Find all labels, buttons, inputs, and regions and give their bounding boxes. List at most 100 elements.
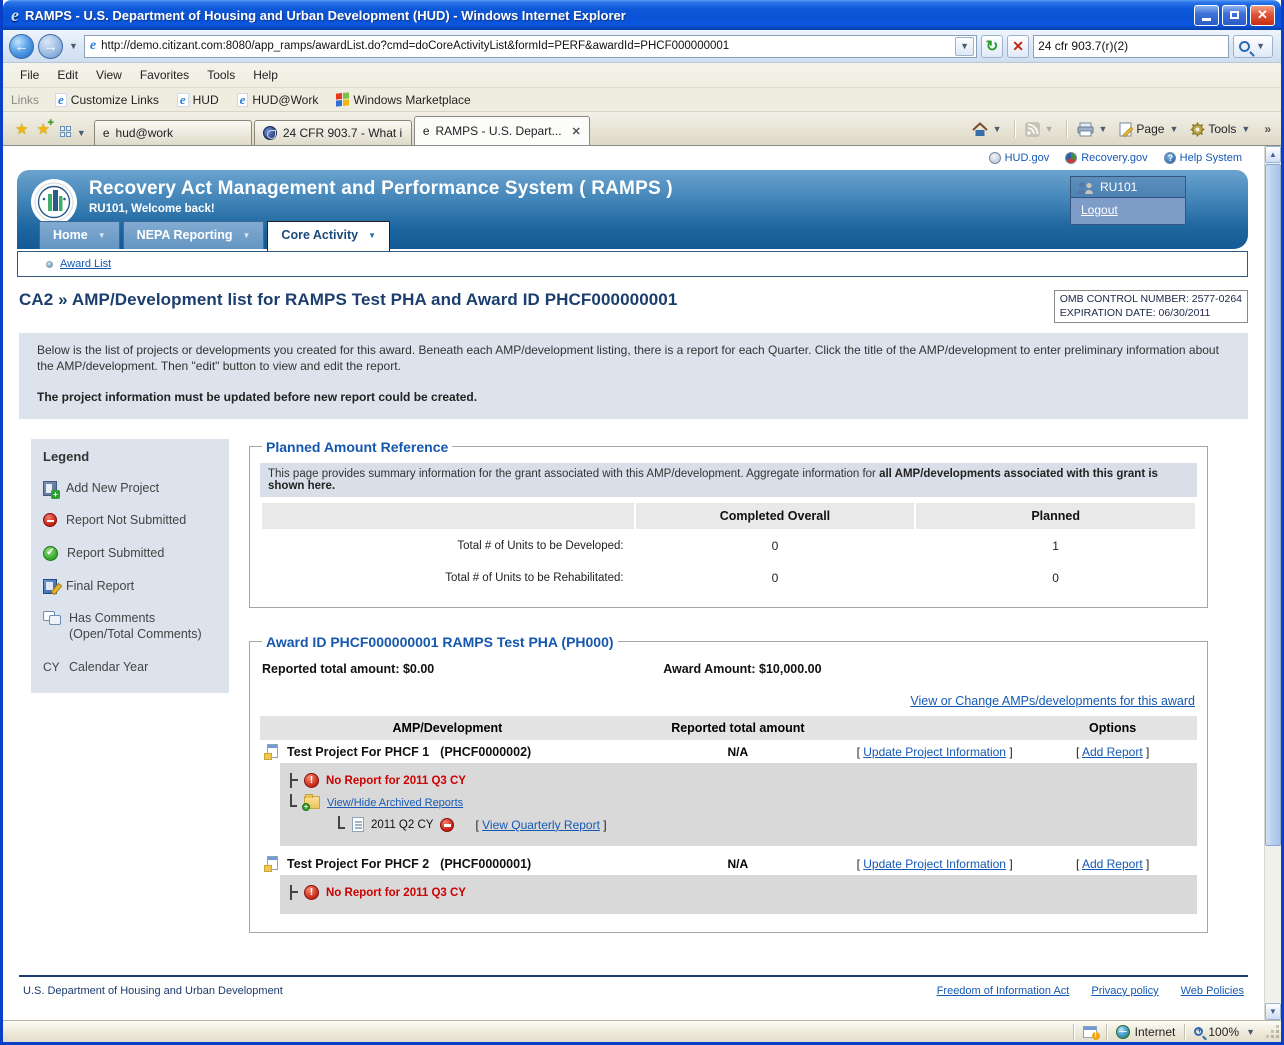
project-row: Test Project For PHCF 1 (PHCF0000002) N/… xyxy=(260,740,1197,763)
view-quarterly-report-link[interactable]: View Quarterly Report xyxy=(482,818,600,832)
tab-close-icon[interactable]: ✕ xyxy=(572,125,581,138)
home-button[interactable]: ▼ xyxy=(972,122,1004,137)
project-title-link[interactable]: Test Project For PHCF 2 xyxy=(287,857,429,871)
menu-edit[interactable]: Edit xyxy=(48,68,87,82)
legend-item-report-submitted: ✓ Report Submitted xyxy=(43,546,219,562)
report-quarter-label: 2011 Q2 CY xyxy=(371,819,433,831)
print-button[interactable]: ▼ xyxy=(1077,122,1110,137)
vertical-scrollbar[interactable]: ▲ ▼ xyxy=(1264,146,1281,1020)
link-customize-links[interactable]: e Customize Links xyxy=(49,93,165,107)
hud-seal-logo xyxy=(31,179,77,225)
project-title-link[interactable]: Test Project For PHCF 1 xyxy=(287,745,429,759)
address-input[interactable]: e http://demo.citizant.com:8080/app_ramp… xyxy=(84,35,977,58)
back-button[interactable]: ← xyxy=(9,34,34,59)
tree-corner-icon xyxy=(290,794,297,807)
view-hide-archived-reports-link[interactable]: View/Hide Archived Reports xyxy=(327,797,463,809)
legend-panel: Legend + Add New Project Report Not Subm… xyxy=(31,439,229,693)
tools-menu-button[interactable]: Tools ▼ xyxy=(1190,122,1252,137)
link-windows-marketplace[interactable]: Windows Marketplace xyxy=(330,93,476,107)
intro-bold-note: The project information must be updated … xyxy=(37,389,1230,405)
search-button[interactable]: ▼ xyxy=(1233,35,1273,58)
no-report-line: ! No Report for 2011 Q3 CY xyxy=(290,770,1189,792)
web-policies-link[interactable]: Web Policies xyxy=(1181,985,1244,997)
resize-grip[interactable] xyxy=(1266,1025,1280,1039)
link-hud-at-work[interactable]: e HUD@Work xyxy=(231,93,325,107)
update-project-information-link[interactable]: Update Project Information xyxy=(863,857,1006,871)
tab-24-cfr[interactable]: 24 CFR 903.7 - What inf... xyxy=(254,120,412,145)
search-icon xyxy=(1239,41,1250,52)
tab-hud-at-work[interactable]: e hud@work xyxy=(94,120,252,145)
amp-development-header: AMP/Development xyxy=(260,716,635,740)
update-project-information-link[interactable]: Update Project Information xyxy=(863,745,1006,759)
search-text[interactable]: 24 cfr 903.7(r)(2) xyxy=(1038,39,1224,53)
browser-viewport: ▲ ▼ HUD.gov Recovery.gov Help System xyxy=(3,145,1281,1020)
menu-help[interactable]: Help xyxy=(244,68,287,82)
help-system-link[interactable]: Help System xyxy=(1164,152,1242,164)
archived-folder-icon: + xyxy=(304,796,320,809)
scroll-down-button[interactable]: ▼ xyxy=(1265,1003,1281,1020)
internet-zone-icon xyxy=(1116,1025,1130,1039)
page-menu-button[interactable]: Page ▼ xyxy=(1119,122,1180,137)
nav-tab-core-activity[interactable]: Core Activity▼ xyxy=(267,221,390,251)
menu-favorites[interactable]: Favorites xyxy=(131,68,198,82)
quick-tabs-button[interactable]: ▼ xyxy=(58,126,94,145)
address-dropdown-button[interactable]: ▼ xyxy=(955,37,974,56)
refresh-button[interactable]: ↻ xyxy=(981,35,1003,58)
legend-item-has-comments: Has Comments (Open/Total Comments) xyxy=(43,611,219,642)
add-report-link[interactable]: Add Report xyxy=(1082,857,1143,871)
bullet-icon xyxy=(46,261,53,268)
menu-view[interactable]: View xyxy=(87,68,131,82)
minimize-button[interactable] xyxy=(1194,5,1219,26)
favorites-center-button[interactable]: ★ xyxy=(15,120,28,138)
add-favorite-button[interactable]: ★ xyxy=(36,120,49,138)
menu-tools[interactable]: Tools xyxy=(198,68,244,82)
search-input[interactable]: 24 cfr 903.7(r)(2) xyxy=(1033,35,1229,58)
search-dropdown-icon[interactable]: ▼ xyxy=(1254,41,1267,51)
nav-tab-home[interactable]: Home▼ xyxy=(39,221,120,249)
recovery-gov-icon xyxy=(1065,152,1077,164)
project-icon xyxy=(264,856,280,872)
legend-item-calendar-year: CY Calendar Year xyxy=(43,660,219,676)
history-dropdown-icon[interactable]: ▼ xyxy=(67,41,80,51)
forward-button[interactable]: → xyxy=(38,34,63,59)
project-code: (PHCF0000001) xyxy=(440,857,531,871)
menu-file[interactable]: File xyxy=(11,68,48,82)
maximize-button[interactable] xyxy=(1222,5,1247,26)
project-reports-block: ! No Report for 2011 Q3 CY + View/Hide A… xyxy=(280,763,1197,846)
zoom-level[interactable]: 100% xyxy=(1208,1025,1239,1039)
zoom-control[interactable]: 100% ▼ xyxy=(1185,1021,1266,1042)
command-toolbar: ▼ ▼ ▼ Page ▼ Tools ▼ » xyxy=(972,120,1275,145)
recovery-gov-link[interactable]: Recovery.gov xyxy=(1065,152,1147,164)
zoom-dropdown-icon[interactable]: ▼ xyxy=(1244,1027,1257,1037)
project-reported-amount: N/A xyxy=(635,857,841,871)
link-hud[interactable]: e HUD xyxy=(171,93,225,107)
nav-tab-nepa-reporting[interactable]: NEPA Reporting▼ xyxy=(123,221,265,249)
close-button[interactable]: ✕ xyxy=(1250,5,1275,26)
toolbar-overflow-chevron[interactable]: » xyxy=(1262,122,1271,136)
main-content: Planned Amount Reference This page provi… xyxy=(249,439,1208,933)
report-submitted-icon: ✓ xyxy=(43,546,58,561)
chevron-down-icon: ▼ xyxy=(368,231,376,240)
omb-expiration-date: EXPIRATION DATE: 06/30/2011 xyxy=(1060,307,1242,321)
intro-box: Below is the list of projects or develop… xyxy=(19,333,1248,419)
home-icon xyxy=(972,122,988,137)
scroll-up-button[interactable]: ▲ xyxy=(1265,146,1281,163)
foia-link[interactable]: Freedom of Information Act xyxy=(937,985,1070,997)
browser-window: e RAMPS - U.S. Department of Housing and… xyxy=(0,0,1284,1045)
privacy-policy-link[interactable]: Privacy policy xyxy=(1091,985,1158,997)
ie-favicon-icon: e xyxy=(55,93,67,107)
tab-favicon-icon: e xyxy=(103,126,110,140)
scrollbar-thumb[interactable] xyxy=(1265,164,1281,846)
add-report-link[interactable]: Add Report xyxy=(1082,745,1143,759)
hud-gov-link[interactable]: HUD.gov xyxy=(989,152,1050,164)
award-legend: Award ID PHCF000000001 RAMPS Test PHA (P… xyxy=(262,634,618,650)
award-list-link[interactable]: Award List xyxy=(60,258,111,270)
hud-gov-icon xyxy=(989,152,1001,164)
stop-button[interactable]: ✕ xyxy=(1007,35,1029,58)
feeds-button[interactable]: ▼ xyxy=(1025,122,1056,137)
logout-link[interactable]: Logout xyxy=(1081,203,1118,217)
report-not-submitted-icon xyxy=(440,818,454,832)
tab-ramps-active[interactable]: e RAMPS - U.S. Depart... ✕ xyxy=(414,116,590,145)
view-change-amps-link[interactable]: View or Change AMPs/developments for thi… xyxy=(910,694,1195,708)
url-text[interactable]: http://demo.citizant.com:8080/app_ramps/… xyxy=(101,40,950,52)
